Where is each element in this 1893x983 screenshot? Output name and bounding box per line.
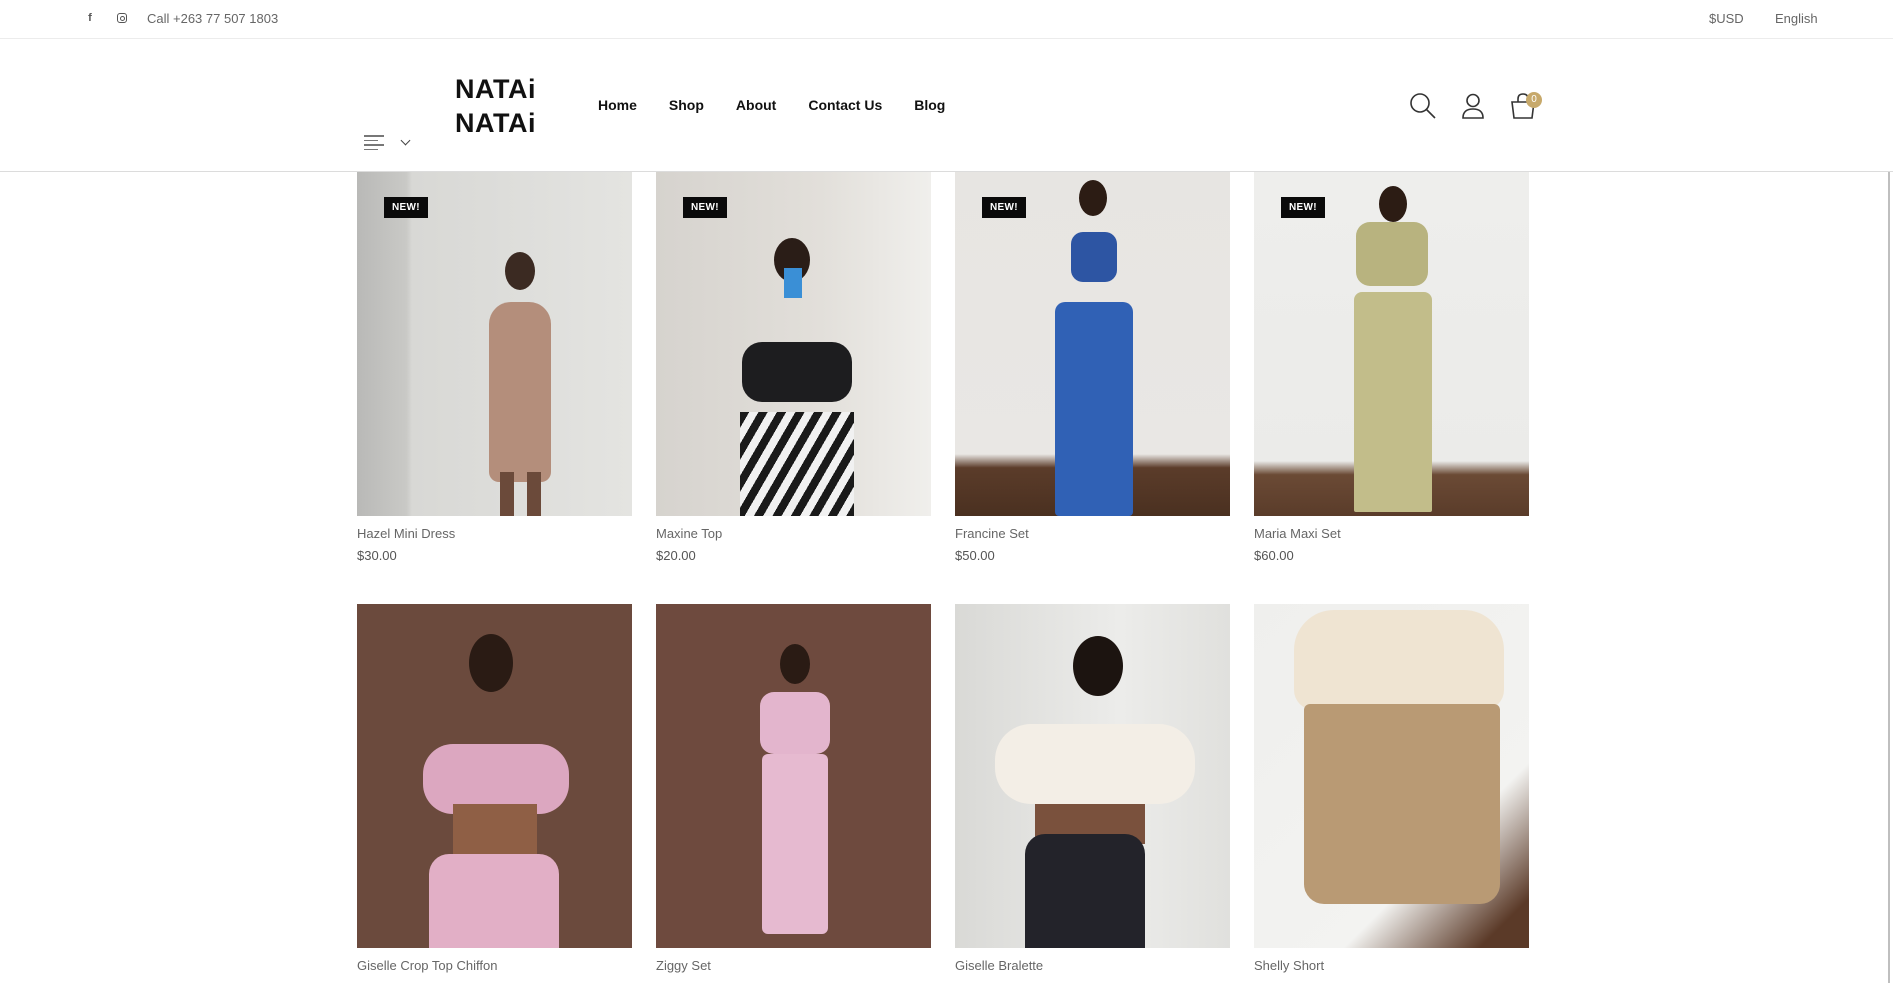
product-image[interactable]: NEW! [955, 172, 1230, 516]
product-name[interactable]: Hazel Mini Dress [357, 526, 632, 541]
main-nav: Home Shop About Contact Us Blog [598, 97, 977, 113]
site-logo[interactable]: NATAi NATAi [455, 72, 536, 140]
product-image[interactable] [357, 604, 632, 948]
menu-toggle[interactable] [364, 135, 411, 150]
instagram-icon[interactable] [115, 11, 129, 25]
product-name[interactable]: Francine Set [955, 526, 1230, 541]
product-card[interactable]: Shelly Short [1254, 604, 1529, 973]
product-image[interactable]: NEW! [357, 172, 632, 516]
product-card[interactable]: NEW! Hazel Mini Dress $30.00 [357, 172, 632, 563]
product-name[interactable]: Shelly Short [1254, 958, 1529, 973]
currency-selector[interactable]: $USD [1709, 11, 1744, 26]
cart-count-badge: 0 [1526, 92, 1542, 108]
product-price: $60.00 [1254, 548, 1294, 563]
product-price: $20.00 [656, 548, 696, 563]
product-image[interactable]: NEW! [656, 172, 931, 516]
product-name[interactable]: Giselle Crop Top Chiffon [357, 958, 632, 973]
new-badge: NEW! [683, 197, 727, 218]
nav-about[interactable]: About [736, 97, 776, 113]
product-image[interactable]: NEW! [1254, 172, 1529, 516]
chevron-down-icon [400, 135, 411, 146]
new-badge: NEW! [982, 197, 1026, 218]
search-icon[interactable] [1408, 91, 1438, 121]
product-card[interactable]: Giselle Crop Top Chiffon [357, 604, 632, 973]
phone-number: Call +263 77 507 1803 [147, 11, 279, 26]
language-selector[interactable]: English [1775, 11, 1818, 26]
site-header: NATAi NATAi Home Shop About Contact Us B… [0, 39, 1893, 172]
nav-home[interactable]: Home [598, 97, 637, 113]
menu-icon [364, 135, 384, 150]
nav-blog[interactable]: Blog [914, 97, 945, 113]
product-image[interactable] [1254, 604, 1529, 948]
new-badge: NEW! [384, 197, 428, 218]
nav-shop[interactable]: Shop [669, 97, 704, 113]
nav-contact-us[interactable]: Contact Us [808, 97, 882, 113]
new-badge: NEW! [1281, 197, 1325, 218]
product-card[interactable]: NEW! Maxine Top $20.00 [656, 172, 931, 563]
product-image[interactable] [955, 604, 1230, 948]
scrollbar[interactable] [1888, 172, 1890, 983]
product-card[interactable]: NEW! Maria Maxi Set $60.00 [1254, 172, 1529, 563]
product-name[interactable]: Maria Maxi Set [1254, 526, 1529, 541]
product-card[interactable]: Giselle Bralette [955, 604, 1230, 973]
product-card[interactable]: Ziggy Set [656, 604, 931, 973]
product-image[interactable] [656, 604, 931, 948]
facebook-icon[interactable]: f [83, 11, 97, 25]
product-name[interactable]: Ziggy Set [656, 958, 931, 973]
product-card[interactable]: NEW! Francine Set $50.00 [955, 172, 1230, 563]
user-icon[interactable] [1458, 91, 1488, 121]
product-price: $30.00 [357, 548, 397, 563]
product-name[interactable]: Giselle Bralette [955, 958, 1230, 973]
product-name[interactable]: Maxine Top [656, 526, 931, 541]
product-price: $50.00 [955, 548, 995, 563]
top-bar: f Call +263 77 507 1803 $USD English [0, 0, 1893, 39]
